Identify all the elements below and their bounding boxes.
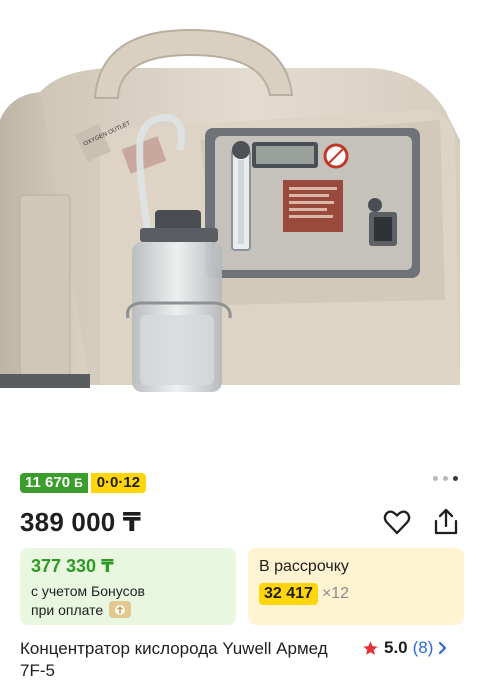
rating-link[interactable]: 5.0 (8) — [362, 638, 448, 658]
product-title: Концентратор кислорода Yuwell Армед 7F-5 — [20, 639, 328, 680]
bonus-note-line2: при оплате — [31, 601, 132, 618]
share-button[interactable] — [432, 508, 460, 536]
review-count[interactable]: (8) — [413, 638, 434, 658]
installment-multiplier: ×12 — [321, 585, 350, 602]
gallery-dot-active[interactable] — [453, 476, 458, 481]
installment-payment: 32 417 ×12 — [259, 583, 349, 605]
coin-icon — [109, 601, 132, 618]
product-price: 389 000 ₸ — [20, 507, 142, 537]
gallery-pagination[interactable] — [433, 476, 458, 481]
rating-score: 5.0 — [384, 638, 408, 657]
installment-title: В рассрочку — [259, 558, 349, 575]
installment-badge: 0·0·12 — [90, 473, 147, 493]
promo-badges: 11 670 Б 0·0·12 — [20, 473, 147, 493]
gallery-dot[interactable] — [433, 476, 438, 481]
bonus-note-line1: с учетом Бонусов — [31, 583, 145, 599]
installment-amount: 32 417 — [259, 583, 318, 605]
bonus-price-card[interactable]: 377 330 ₸ с учетом Бонусов при оплате — [20, 548, 236, 625]
bonus-badge: 11 670 Б — [20, 473, 88, 493]
heart-icon — [383, 510, 411, 535]
share-icon — [434, 508, 458, 535]
product-image[interactable]: OXYGEN OUTLET — [0, 0, 484, 460]
bonus-badge-value: 11 670 — [25, 474, 71, 491]
star-icon — [363, 640, 378, 655]
bonus-price: 377 330 ₸ — [31, 556, 114, 576]
bonus-symbol: Б — [74, 476, 83, 490]
installment-card[interactable]: В рассрочку 32 417 ×12 — [248, 548, 464, 625]
bonus-note-text: при оплате — [31, 601, 104, 618]
favorite-button[interactable] — [383, 508, 411, 536]
gallery-dot[interactable] — [443, 476, 448, 481]
chevron-right-icon[interactable] — [438, 641, 448, 655]
